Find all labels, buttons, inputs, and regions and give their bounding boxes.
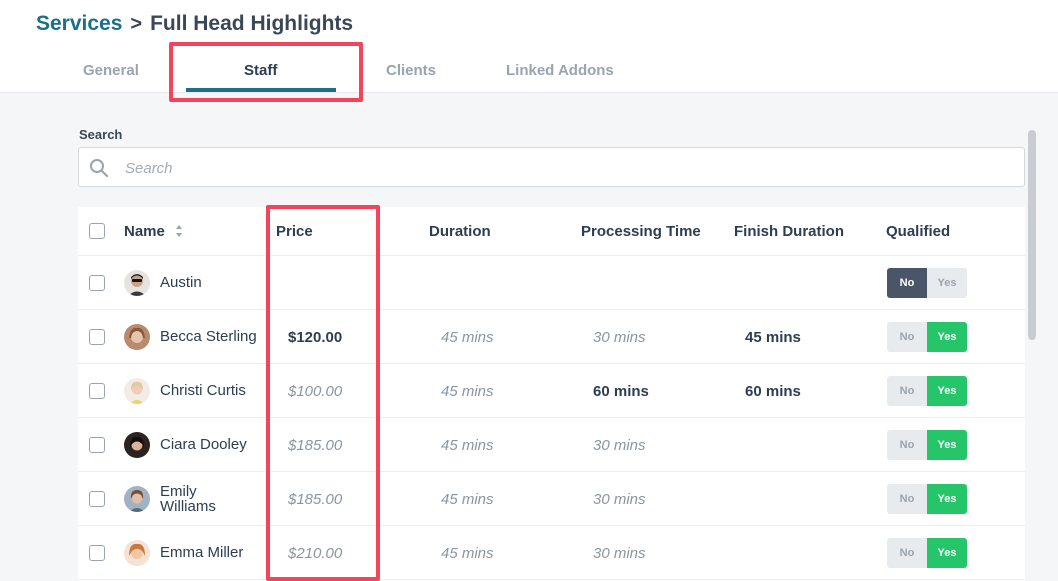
staff-name: Emily Williams [160, 484, 260, 514]
duration-cell[interactable]: 45 mins [441, 437, 494, 454]
column-header-finish-duration: Finish Duration [734, 223, 844, 240]
page-title: Full Head Highlights [150, 12, 354, 35]
row-checkbox[interactable] [89, 491, 105, 507]
row-checkbox[interactable] [89, 275, 105, 291]
toggle-yes-option[interactable]: Yes [927, 268, 967, 298]
toggle-no-option[interactable]: No [887, 322, 927, 352]
processing-time-cell[interactable]: 30 mins [593, 491, 646, 508]
row-checkbox[interactable] [89, 545, 105, 561]
avatar [124, 324, 150, 350]
toggle-yes-option[interactable]: Yes [927, 322, 967, 352]
toggle-no-option[interactable]: No [887, 430, 927, 460]
qualified-toggle[interactable]: No Yes [887, 376, 967, 406]
staff-name: Austin [160, 274, 202, 291]
toggle-yes-option[interactable]: Yes [927, 376, 967, 406]
row-checkbox[interactable] [89, 383, 105, 399]
tab-linked-addons[interactable]: Linked Addons [506, 62, 614, 79]
row-checkbox[interactable] [89, 437, 105, 453]
select-all-checkbox[interactable] [89, 223, 105, 239]
qualified-toggle[interactable]: No Yes [887, 484, 967, 514]
chevron-right-icon: > [130, 12, 143, 35]
search-label: Search [79, 127, 123, 142]
staff-name: Ciara Dooley [160, 436, 247, 453]
toggle-yes-option[interactable]: Yes [927, 484, 967, 514]
finish-duration-cell[interactable]: 45 mins [745, 329, 801, 346]
toggle-no-option[interactable]: No [887, 376, 927, 406]
page-header: Services > Full Head Highlights General … [0, 0, 1058, 93]
sort-icon[interactable] [175, 224, 183, 238]
tab-general[interactable]: General [83, 62, 139, 79]
toggle-yes-option[interactable]: Yes [927, 430, 967, 460]
qualified-toggle[interactable]: No Yes [887, 430, 967, 460]
column-header-duration: Duration [429, 223, 491, 240]
processing-time-cell[interactable]: 30 mins [593, 329, 646, 346]
tab-staff[interactable]: Staff [244, 62, 277, 79]
search-box [78, 147, 1025, 187]
toggle-yes-option[interactable]: Yes [927, 538, 967, 568]
price-cell[interactable]: $100.00 [288, 383, 342, 400]
duration-cell[interactable]: 45 mins [441, 383, 494, 400]
table-row: Christi Curtis $100.00 45 mins 60 mins 6… [78, 364, 1025, 418]
column-header-qualified: Qualified [886, 223, 951, 240]
staff-name: Christi Curtis [160, 382, 246, 399]
qualified-toggle[interactable]: No Yes [887, 268, 967, 298]
processing-time-cell[interactable]: 30 mins [593, 437, 646, 454]
price-cell[interactable]: $210.00 [288, 545, 342, 562]
staff-table: Name Price Duration Processing Time Fini… [78, 207, 1025, 581]
avatar [124, 540, 150, 566]
column-header-processing-time: Processing Time [581, 223, 701, 240]
staff-last-name: Williams [160, 498, 216, 515]
search-icon [90, 159, 109, 178]
staff-first-name: Emily [160, 483, 197, 500]
processing-time-cell[interactable]: 60 mins [593, 383, 649, 400]
search-input[interactable] [125, 157, 1005, 179]
table-row: Becca Sterling $120.00 45 mins 30 mins 4… [78, 310, 1025, 364]
breadcrumb-services-link[interactable]: Services [36, 12, 122, 36]
duration-cell[interactable]: 45 mins [441, 491, 494, 508]
toggle-no-option[interactable]: No [887, 268, 927, 298]
price-cell[interactable]: $120.00 [288, 329, 342, 346]
table-row: Austin No Yes [78, 256, 1025, 310]
toggle-no-option[interactable]: No [887, 538, 927, 568]
column-header-name[interactable]: Name [124, 223, 165, 240]
table-row: Ciara Dooley $185.00 45 mins 30 mins No … [78, 418, 1025, 472]
table-header-row: Name Price Duration Processing Time Fini… [78, 207, 1025, 256]
table-row: Emily Williams $185.00 45 mins 30 mins N… [78, 472, 1025, 526]
processing-time-cell[interactable]: 30 mins [593, 545, 646, 562]
qualified-toggle[interactable]: No Yes [887, 538, 967, 568]
active-tab-indicator [186, 88, 336, 92]
avatar [124, 378, 150, 404]
staff-name: Emma Miller [160, 544, 244, 561]
price-cell[interactable]: $185.00 [288, 437, 342, 454]
duration-cell[interactable]: 45 mins [441, 329, 494, 346]
avatar [124, 270, 150, 296]
avatar [124, 486, 150, 512]
table-row: Emma Miller $210.00 45 mins 30 mins No Y… [78, 526, 1025, 580]
finish-duration-cell[interactable]: 60 mins [745, 383, 801, 400]
vertical-scrollbar[interactable] [1028, 130, 1036, 340]
staff-name: Becca Sterling [160, 328, 257, 345]
qualified-toggle[interactable]: No Yes [887, 322, 967, 352]
toggle-no-option[interactable]: No [887, 484, 927, 514]
column-header-price: Price [276, 223, 313, 240]
duration-cell[interactable]: 45 mins [441, 545, 494, 562]
breadcrumb: Services > Full Head Highlights [36, 12, 353, 36]
price-cell[interactable]: $185.00 [288, 491, 342, 508]
tab-clients[interactable]: Clients [386, 62, 436, 79]
avatar [124, 432, 150, 458]
row-checkbox[interactable] [89, 329, 105, 345]
